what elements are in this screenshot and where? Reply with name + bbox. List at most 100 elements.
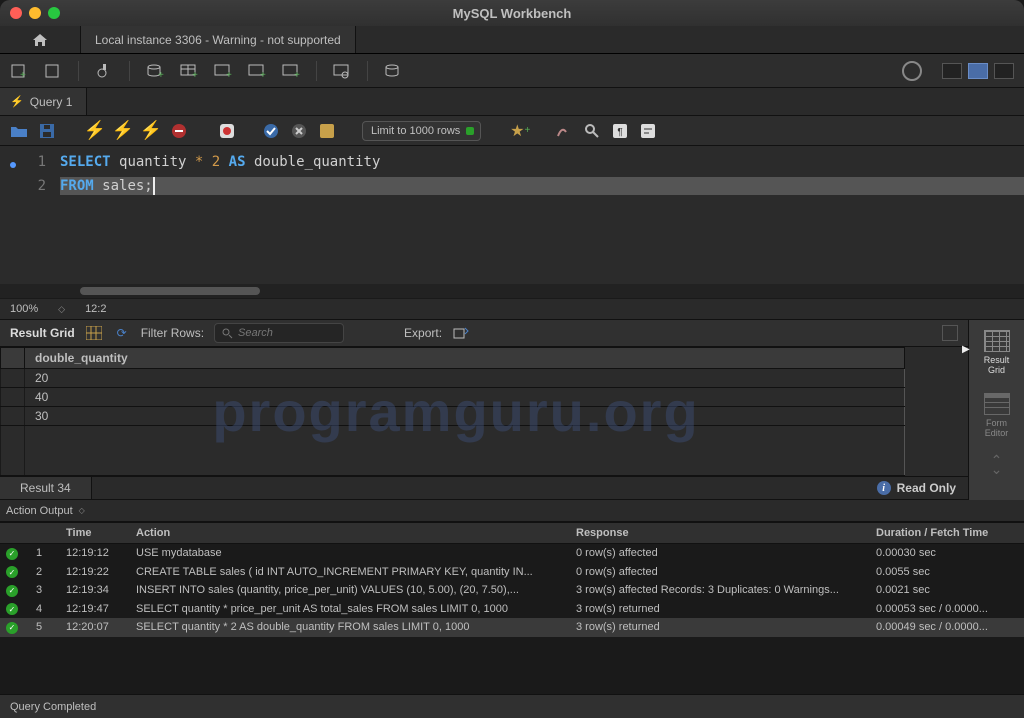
- invisible-chars-icon[interactable]: ¶: [611, 122, 629, 140]
- result-grid-label: Result Grid: [10, 326, 75, 340]
- log-col-response[interactable]: Response: [570, 523, 870, 544]
- statusbar: Query Completed: [0, 694, 1024, 718]
- export-icon[interactable]: [452, 324, 470, 342]
- minimize-window-button[interactable]: [29, 7, 41, 19]
- reconnect-icon[interactable]: [384, 62, 402, 80]
- grid-cell[interactable]: 40: [25, 388, 905, 407]
- dropdown-icon[interactable]: ◇: [79, 506, 85, 515]
- settings-icon[interactable]: [902, 61, 922, 81]
- svg-text:+: +: [260, 70, 266, 79]
- create-procedure-icon[interactable]: +: [248, 62, 266, 80]
- open-file-icon[interactable]: [10, 122, 28, 140]
- column-header[interactable]: double_quantity: [25, 348, 905, 369]
- rollback-icon[interactable]: [290, 122, 308, 140]
- commit-icon[interactable]: [262, 122, 280, 140]
- export-label: Export:: [404, 326, 442, 340]
- action-output-header: Action Output ◇: [0, 500, 1024, 522]
- wrap-cell-icon[interactable]: [942, 325, 958, 341]
- beautify-icon[interactable]: [555, 122, 573, 140]
- status-ok-icon: [6, 548, 18, 560]
- search-table-icon[interactable]: [333, 62, 351, 80]
- side-scroll-arrows-icon[interactable]: ⌃⌄: [991, 456, 1003, 474]
- editor-toolbar: ⚡ ⚡ ⚡ Limit to 1000 rows ★+ ¶: [0, 116, 1024, 146]
- new-sql-tab-icon[interactable]: +: [10, 62, 28, 80]
- result-tab[interactable]: Result 34: [0, 477, 92, 499]
- home-icon[interactable]: [0, 33, 80, 47]
- grid-mode-icon: [984, 330, 1010, 352]
- zoom-level[interactable]: 100%: [10, 303, 38, 315]
- action-output-label[interactable]: Action Output: [6, 505, 73, 517]
- log-row[interactable]: 112:19:12USE mydatabase0 row(s) affected…: [0, 544, 1024, 563]
- query-tab[interactable]: ⚡ Query 1: [0, 88, 87, 115]
- refresh-icon[interactable]: ⟳: [113, 324, 131, 342]
- connection-tab-label: Local instance 3306 - Warning - not supp…: [95, 33, 341, 47]
- favorite-icon[interactable]: ★+: [511, 122, 529, 140]
- titlebar: MySQL Workbench: [0, 0, 1024, 26]
- form-mode-icon: [984, 393, 1010, 415]
- stop-on-error-icon[interactable]: [218, 122, 236, 140]
- editor-statusbar: 100%◇ 12:2: [0, 298, 1024, 320]
- svg-text:+: +: [294, 70, 300, 79]
- open-script-icon[interactable]: [44, 62, 62, 80]
- cursor-position: 12:2: [85, 303, 106, 315]
- result-pane: Result Grid ⟳ Filter Rows: Search Export…: [0, 320, 1024, 500]
- read-only-badge: i Read Only: [877, 481, 956, 495]
- close-window-button[interactable]: [10, 7, 22, 19]
- stop-icon[interactable]: [170, 122, 188, 140]
- log-col-time[interactable]: Time: [60, 523, 130, 544]
- explain-icon[interactable]: ⚡: [142, 122, 160, 140]
- grid-cell[interactable]: 30: [25, 407, 905, 426]
- svg-text:+: +: [192, 70, 198, 79]
- toggle-right-panel-button[interactable]: [994, 63, 1014, 79]
- create-table-icon[interactable]: +: [180, 62, 198, 80]
- autocommit-icon[interactable]: [318, 122, 336, 140]
- grid-mode-label: Result Grid: [984, 355, 1010, 375]
- row-limit-label: Limit to 1000 rows: [371, 125, 460, 137]
- result-grid[interactable]: programguru.org double_quantity 204030: [0, 347, 968, 476]
- log-row[interactable]: 412:19:47SELECT quantity * price_per_uni…: [0, 600, 1024, 619]
- execute-current-icon[interactable]: ⚡: [114, 122, 132, 140]
- grid-cell[interactable]: 20: [25, 369, 905, 388]
- log-col-action[interactable]: Action: [130, 523, 570, 544]
- zoom-window-button[interactable]: [48, 7, 60, 19]
- grid-view-icon[interactable]: [85, 324, 103, 342]
- toggle-bottom-panel-button[interactable]: [968, 63, 988, 79]
- status-text: Query Completed: [10, 701, 96, 713]
- result-side-panel: ▶ Result Grid Form Editor ⌃⌄: [968, 320, 1024, 500]
- result-grid-mode-button[interactable]: Result Grid: [984, 330, 1010, 375]
- log-row[interactable]: 312:19:34INSERT INTO sales (quantity, pr…: [0, 581, 1024, 600]
- create-function-icon[interactable]: +: [282, 62, 300, 80]
- read-only-label: Read Only: [897, 481, 956, 495]
- log-row[interactable]: 512:20:07SELECT quantity * 2 AS double_q…: [0, 618, 1024, 637]
- find-icon[interactable]: [583, 122, 601, 140]
- connection-tabstrip: Local instance 3306 - Warning - not supp…: [0, 26, 1024, 54]
- log-col-duration[interactable]: Duration / Fetch Time: [870, 523, 1024, 544]
- window-title: MySQL Workbench: [0, 6, 1024, 21]
- main-toolbar: + + + + + +: [0, 54, 1024, 88]
- query-tab-label: Query 1: [30, 95, 73, 109]
- result-toolbar: Result Grid ⟳ Filter Rows: Search Export…: [0, 320, 968, 347]
- row-limit-select[interactable]: Limit to 1000 rows: [362, 121, 481, 141]
- connection-tab[interactable]: Local instance 3306 - Warning - not supp…: [80, 26, 356, 53]
- toggle-left-panel-button[interactable]: [942, 63, 962, 79]
- status-ok-icon: [6, 603, 18, 615]
- save-file-icon[interactable]: [38, 122, 56, 140]
- create-schema-icon[interactable]: +: [146, 62, 164, 80]
- info-icon: i: [877, 481, 891, 495]
- filter-rows-input[interactable]: Search: [214, 323, 344, 343]
- query-tab-bolt-icon: ⚡: [10, 95, 24, 108]
- inspector-icon[interactable]: [95, 62, 113, 80]
- form-mode-label: Form Editor: [985, 418, 1009, 438]
- execute-icon[interactable]: ⚡: [86, 122, 104, 140]
- sql-editor[interactable]: 1SELECT quantity * 2 AS double_quantity2…: [0, 146, 1024, 284]
- result-tab-label: Result 34: [20, 481, 71, 495]
- collapse-handle-icon[interactable]: ▶: [962, 344, 970, 355]
- log-row[interactable]: 212:19:22CREATE TABLE sales ( id INT AUT…: [0, 563, 1024, 582]
- filter-rows-label: Filter Rows:: [141, 326, 204, 340]
- editor-horizontal-scrollbar[interactable]: [0, 284, 1024, 298]
- form-editor-mode-button[interactable]: Form Editor: [984, 393, 1010, 438]
- wrap-icon[interactable]: [639, 122, 657, 140]
- svg-text:+: +: [158, 70, 164, 79]
- create-view-icon[interactable]: +: [214, 62, 232, 80]
- status-ok-icon: [6, 566, 18, 578]
